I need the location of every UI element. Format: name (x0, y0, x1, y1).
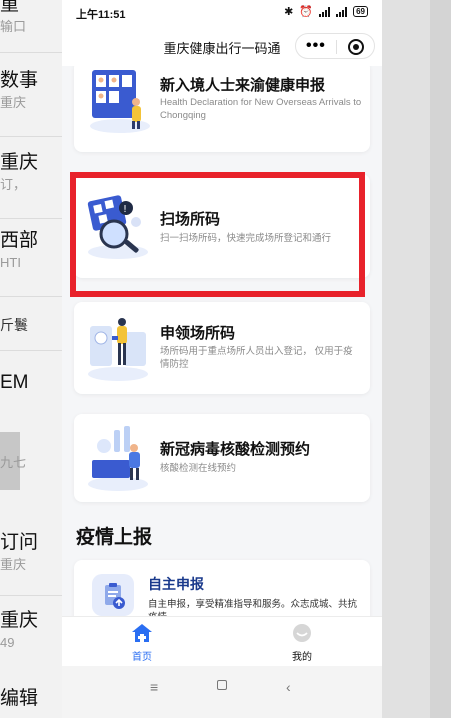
tab-bar: 首页 我的 (62, 616, 382, 666)
bg-item-subtitle: 49 (0, 635, 15, 650)
home-square-icon[interactable] (217, 680, 227, 690)
bg-list-item: 编辑 (0, 688, 62, 710)
bg-list-item: 九七 (0, 452, 62, 471)
bg-item-subtitle: HTI (0, 255, 21, 270)
system-nav-bar: ≡ ‹ (62, 666, 382, 718)
bg-item-title: 数事 (0, 70, 39, 91)
back-icon[interactable]: ‹ (286, 679, 291, 695)
divider (0, 595, 62, 596)
bg-list-item: 重庆 订， (0, 152, 62, 193)
bg-list-item: EM (0, 372, 62, 394)
tab-home[interactable]: 首页 (102, 623, 182, 663)
bg-list-item: 重 输口 (0, 0, 62, 35)
bg-item-title: 斤鬟 (0, 317, 28, 333)
venue-code-illustration-icon (88, 318, 148, 381)
nucleic-test-illustration-icon (88, 426, 148, 491)
bg-list-item: 西部 HTI (0, 230, 62, 271)
close-miniprogram-icon[interactable] (348, 39, 364, 55)
background-right-margin (382, 0, 451, 718)
bg-item-title: EM (0, 372, 29, 393)
bg-list-item: 数事 重庆 (0, 70, 62, 111)
bg-list-item: 订问 重庆 (0, 532, 62, 573)
bg-item-subtitle: 重庆 (0, 557, 27, 572)
divider (0, 350, 62, 351)
signal-icon (319, 6, 331, 17)
status-icons: ✱ ⏰ 69 (284, 5, 368, 18)
divider (0, 136, 62, 137)
bg-item-title: 订问 (0, 532, 39, 553)
card-description: 核酸检测在线预约 (160, 463, 237, 474)
miniprogram-capsule: ••• (295, 33, 375, 59)
signal-icon (336, 6, 348, 17)
card-overseas-declaration[interactable]: 新入境人士来渝健康申报 Health Declaration for New O… (74, 66, 370, 152)
bg-item-title: 重庆 (0, 152, 39, 173)
scan-illustration-icon: ! (87, 195, 148, 259)
nav-bar: 重庆健康出行一码通 ••• (62, 26, 382, 66)
menu-icon[interactable]: ≡ (150, 679, 158, 695)
bg-item-title: 重庆 (0, 610, 39, 631)
tab-label: 首页 (132, 652, 152, 663)
card-nucleic-test-booking[interactable]: 新冠病毒核酸检测预约 核酸检测在线预约 (74, 414, 370, 502)
card-title: 新入境人士来渝健康申报 (160, 77, 326, 94)
main-content: 新入境人士来渝健康申报 Health Declaration for New O… (62, 66, 382, 616)
card-description: 扫一扫场所码，快速完成场所登记和通行 (160, 233, 332, 244)
bluetooth-icon: ✱ (284, 6, 294, 18)
divider (336, 40, 337, 54)
scroll-edge (430, 0, 451, 718)
card-description: 自主申报，享受精准指导和服务。众志成城、共抗疫情 (148, 599, 358, 616)
bg-item-subtitle: 输口 (0, 19, 27, 34)
card-title: 新冠病毒核酸检测预约 (160, 441, 311, 458)
profile-icon (293, 624, 311, 642)
declaration-illustration-icon (90, 70, 150, 133)
card-title: 自主申报 (148, 576, 204, 592)
bg-item-title: 重 (0, 0, 20, 15)
card-apply-venue-code[interactable]: 申领场所码 场所码用于重点场所人员出入登记， 仅用于疫情防控 (74, 302, 370, 394)
clipboard-icon (105, 583, 125, 609)
bg-item-subtitle: 重庆 (0, 95, 27, 110)
home-icon (132, 624, 152, 642)
battery-icon: 69 (353, 6, 368, 17)
bg-item-subtitle: 九七 (0, 455, 27, 470)
tab-mine[interactable]: 我的 (262, 623, 342, 663)
alarm-icon: ⏰ (299, 6, 314, 18)
more-icon[interactable]: ••• (306, 37, 326, 55)
bg-item-title: 西部 (0, 230, 39, 251)
divider (0, 52, 62, 53)
section-title: 疫情上报 (76, 527, 153, 548)
card-description: 场所码用于重点场所人员出入登记， 仅用于疫情防控 (160, 346, 353, 370)
phone-screen: 上午11:51 ✱ ⏰ 69 重庆健康出行一码通 ••• 新入境人士来渝健康申报… (62, 0, 382, 718)
svg-text:!: ! (123, 204, 127, 215)
status-bar: 上午11:51 ✱ ⏰ 69 (62, 0, 382, 26)
tab-label: 我的 (292, 652, 312, 663)
divider (0, 218, 62, 219)
bg-item-subtitle: 订， (0, 177, 27, 192)
background-chat-list: 重 输口 数事 重庆 重庆 订， 西部 HTI 斤鬟 EM 九七 订问 重庆 重… (0, 0, 62, 718)
card-self-report[interactable]: 自主申报 自主申报，享受精准指导和服务。众志成城、共抗疫情 (74, 560, 370, 616)
card-description: Health Declaration for New Overseas Arri… (160, 97, 362, 121)
bg-item-title: 编辑 (0, 688, 39, 709)
card-title: 扫场所码 (160, 211, 221, 228)
divider (0, 296, 62, 297)
bg-list-item: 斤鬟 (0, 314, 62, 333)
report-icon-bg (92, 574, 134, 616)
card-scan-venue-code[interactable]: ! 扫场所码 扫一扫场所码，快速完成场所登记和通行 (74, 174, 370, 278)
card-title: 申领场所码 (160, 325, 236, 342)
bg-list-item: 重庆 49 (0, 610, 62, 651)
status-time: 上午11:51 (76, 9, 126, 21)
